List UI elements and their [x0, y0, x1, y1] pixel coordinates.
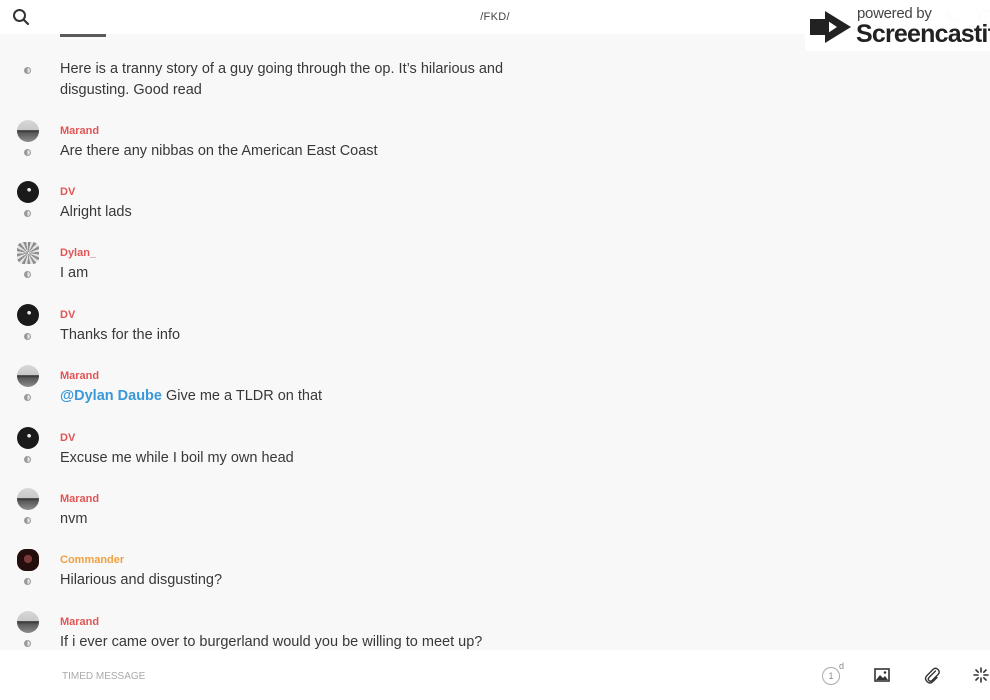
message-author[interactable]: DV	[60, 432, 75, 444]
message-author[interactable]: Marand	[60, 370, 99, 382]
avatar[interactable]	[17, 304, 39, 326]
message-text-body: Give me a TLDR on that	[161, 388, 323, 404]
image-icon[interactable]	[874, 668, 890, 682]
message-author[interactable]: Marand	[60, 616, 99, 628]
timer-unit: d	[839, 661, 845, 671]
avatar[interactable]	[17, 427, 39, 449]
message-author[interactable]: Marand	[60, 493, 99, 505]
sparkle-icon[interactable]	[973, 667, 989, 683]
user-mention[interactable]: @Dylan Daube	[60, 388, 162, 404]
message-input[interactable]	[60, 664, 764, 688]
read-status-icon	[24, 67, 31, 74]
read-status-icon	[24, 271, 31, 278]
message-text: @Dylan Daube Give me a TLDR on that	[60, 386, 530, 407]
previous-author-label	[60, 34, 106, 37]
avatar[interactable]	[17, 488, 39, 510]
read-status-icon	[24, 517, 31, 524]
read-status-icon	[24, 394, 31, 401]
message-author[interactable]: Marand	[60, 125, 99, 137]
message-text: Thanks for the info	[60, 327, 181, 343]
read-status-icon	[24, 333, 31, 340]
message-text: nvm	[60, 511, 88, 527]
message-author[interactable]: Dylan_	[60, 247, 96, 259]
avatar[interactable]	[17, 611, 39, 633]
message-text: If i ever came over to burgerland would …	[60, 634, 483, 650]
message-composer: 1 d	[0, 650, 990, 700]
message-author[interactable]: DV	[60, 186, 75, 198]
avatar[interactable]	[17, 242, 39, 264]
read-status-icon	[24, 149, 31, 156]
read-status-icon	[24, 210, 31, 217]
timer-value: 1	[822, 667, 840, 685]
read-status-icon	[24, 456, 31, 463]
read-status-icon	[24, 578, 31, 585]
avatar[interactable]	[17, 549, 39, 571]
message-text: I am	[60, 265, 89, 281]
message-author[interactable]: Commander	[60, 554, 124, 566]
read-status-icon	[24, 640, 31, 647]
timed-message-button[interactable]: 1 d	[822, 661, 844, 687]
message-text: Alright lads	[60, 204, 132, 220]
paperclip-icon[interactable]	[924, 666, 940, 684]
avatar[interactable]	[17, 181, 39, 203]
message-text: Excuse me while I boil my own head	[60, 450, 294, 466]
message-text: Here is a tranny story of a guy going th…	[60, 61, 504, 98]
message-author[interactable]: DV	[60, 309, 75, 321]
avatar[interactable]	[17, 365, 39, 387]
message-text: Hilarious and disgusting?	[60, 572, 223, 588]
avatar[interactable]	[17, 120, 39, 142]
message-text: Are there any nibbas on the American Eas…	[60, 143, 378, 159]
message-list[interactable]: Here is a tranny story of a guy going th…	[0, 34, 990, 650]
